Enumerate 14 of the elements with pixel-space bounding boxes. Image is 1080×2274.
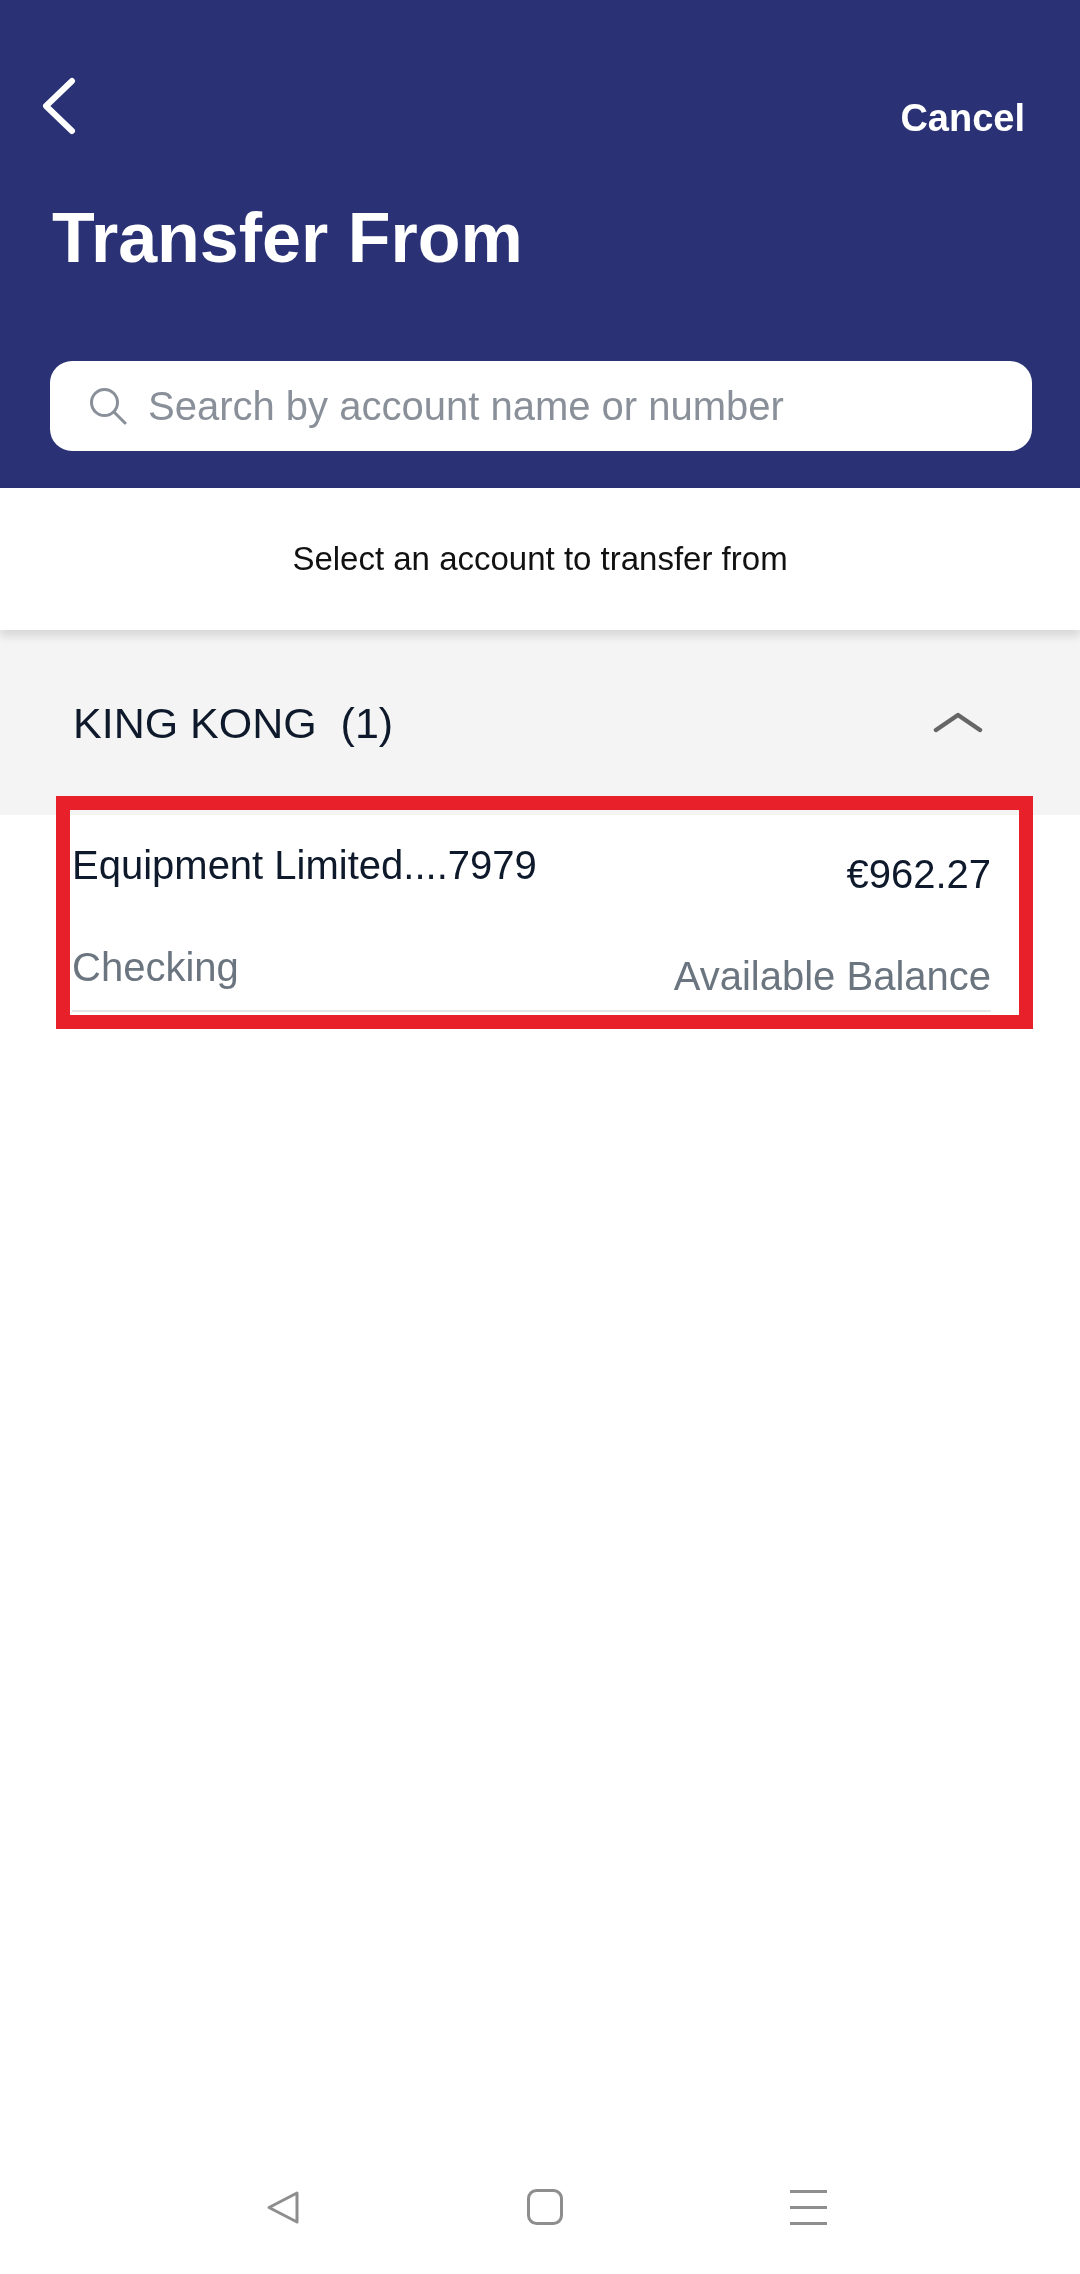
instruction-text: Select an account to transfer from xyxy=(292,539,788,579)
account-name: Equipment Limited....7979 xyxy=(72,842,537,889)
search-icon xyxy=(89,387,127,425)
cancel-button[interactable]: Cancel xyxy=(900,95,1025,141)
square-icon[interactable] xyxy=(526,2189,563,2225)
chevron-up-icon[interactable] xyxy=(933,712,983,733)
back-icon[interactable] xyxy=(42,77,76,135)
page-title: Transfer From xyxy=(52,198,523,279)
account-balance: €962.27 xyxy=(846,851,991,898)
menu-icon[interactable] xyxy=(789,2189,827,2225)
balance-label: Available Balance xyxy=(673,953,991,1000)
account-type: Checking xyxy=(72,944,239,991)
group-header[interactable]: KING KONG (1) xyxy=(0,630,1080,815)
search-field[interactable]: Search by account name or number xyxy=(50,361,1032,451)
